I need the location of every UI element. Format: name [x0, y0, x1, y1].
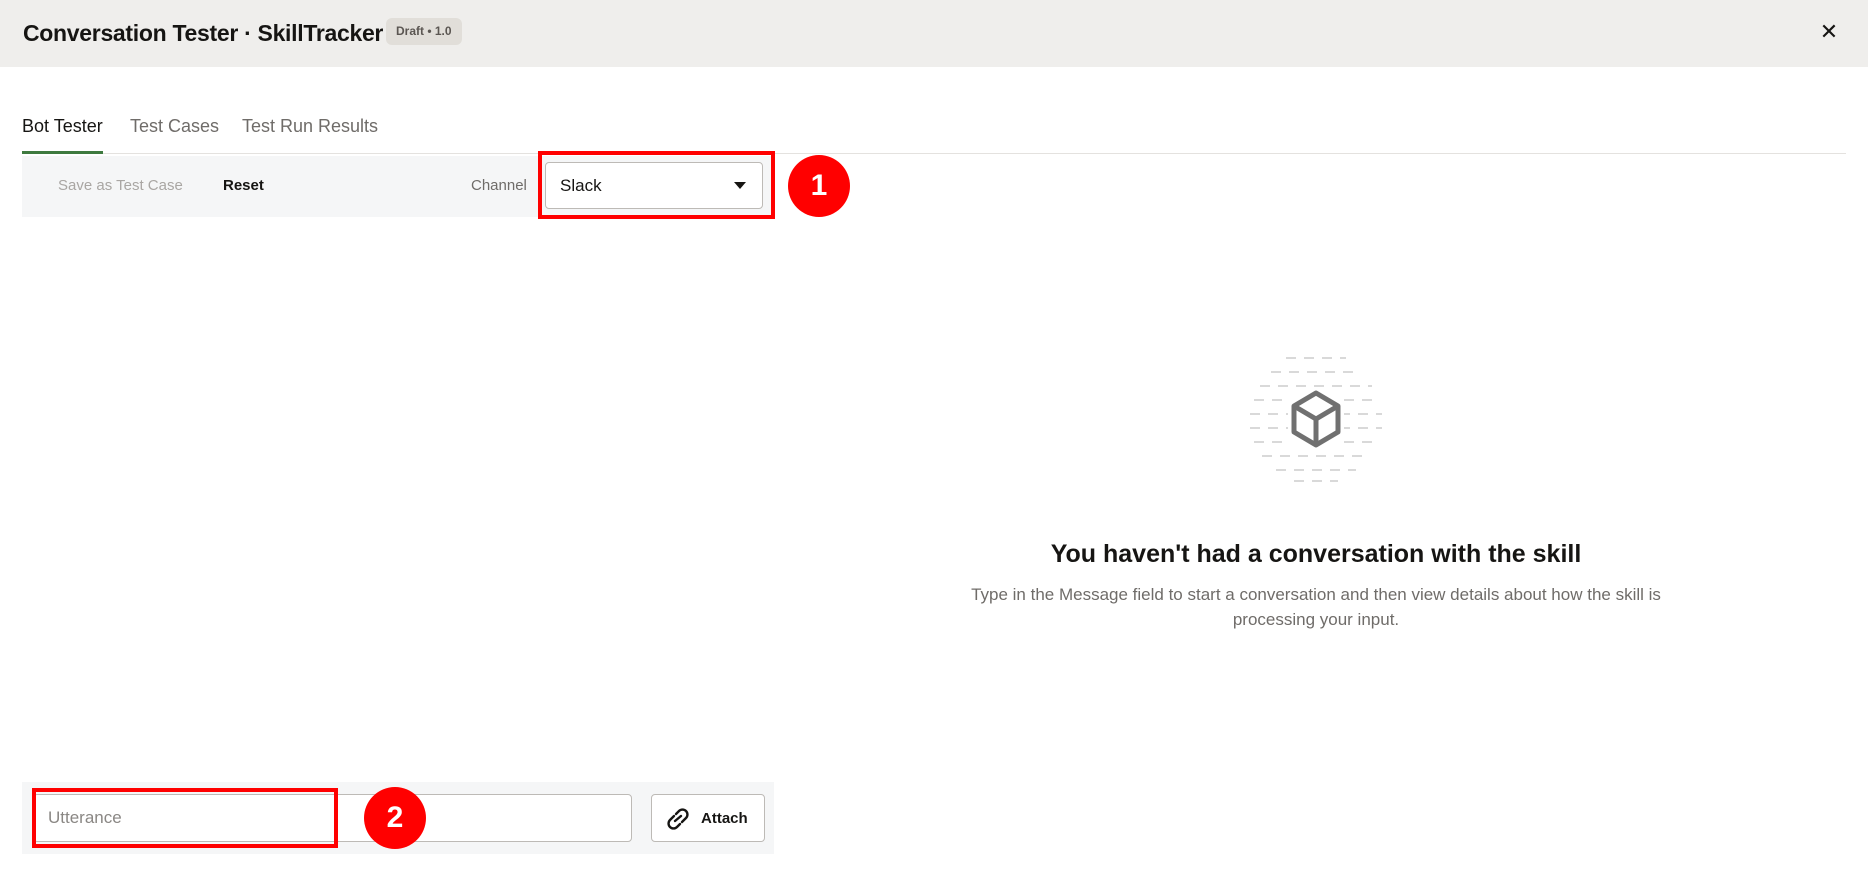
tab-test-run-results[interactable]: Test Run Results [242, 116, 378, 137]
active-tab-indicator [22, 151, 103, 154]
attach-button[interactable]: Attach [651, 794, 765, 842]
tab-bot-tester[interactable]: Bot Tester [22, 116, 103, 137]
channel-label: Channel [471, 177, 527, 194]
reset-button[interactable]: Reset [223, 177, 264, 194]
annotation-marker-2: 2 [364, 787, 426, 849]
tab-test-cases[interactable]: Test Cases [130, 116, 219, 137]
channel-value: Slack [560, 176, 602, 195]
empty-state-subtitle: Type in the Message field to start a con… [971, 585, 1661, 629]
dialog-title: Conversation Tester · SkillTracker [23, 20, 384, 46]
link-icon [667, 808, 689, 830]
chevron-down-icon [734, 182, 746, 189]
close-icon[interactable]: ✕ [1818, 18, 1840, 46]
tab-divider [22, 153, 1846, 154]
channel-select[interactable]: Slack [545, 162, 763, 209]
cube-icon [1250, 357, 1382, 482]
version-badge: Draft • 1.0 [386, 18, 462, 45]
attach-label: Attach [701, 810, 748, 827]
save-as-test-case-button[interactable]: Save as Test Case [58, 177, 183, 194]
dialog-header: Conversation Tester · SkillTracker Draft… [0, 0, 1868, 67]
empty-state-title: You haven't had a conversation with the … [1050, 540, 1582, 568]
annotation-marker-1: 1 [788, 155, 850, 217]
utterance-input[interactable] [33, 794, 632, 842]
